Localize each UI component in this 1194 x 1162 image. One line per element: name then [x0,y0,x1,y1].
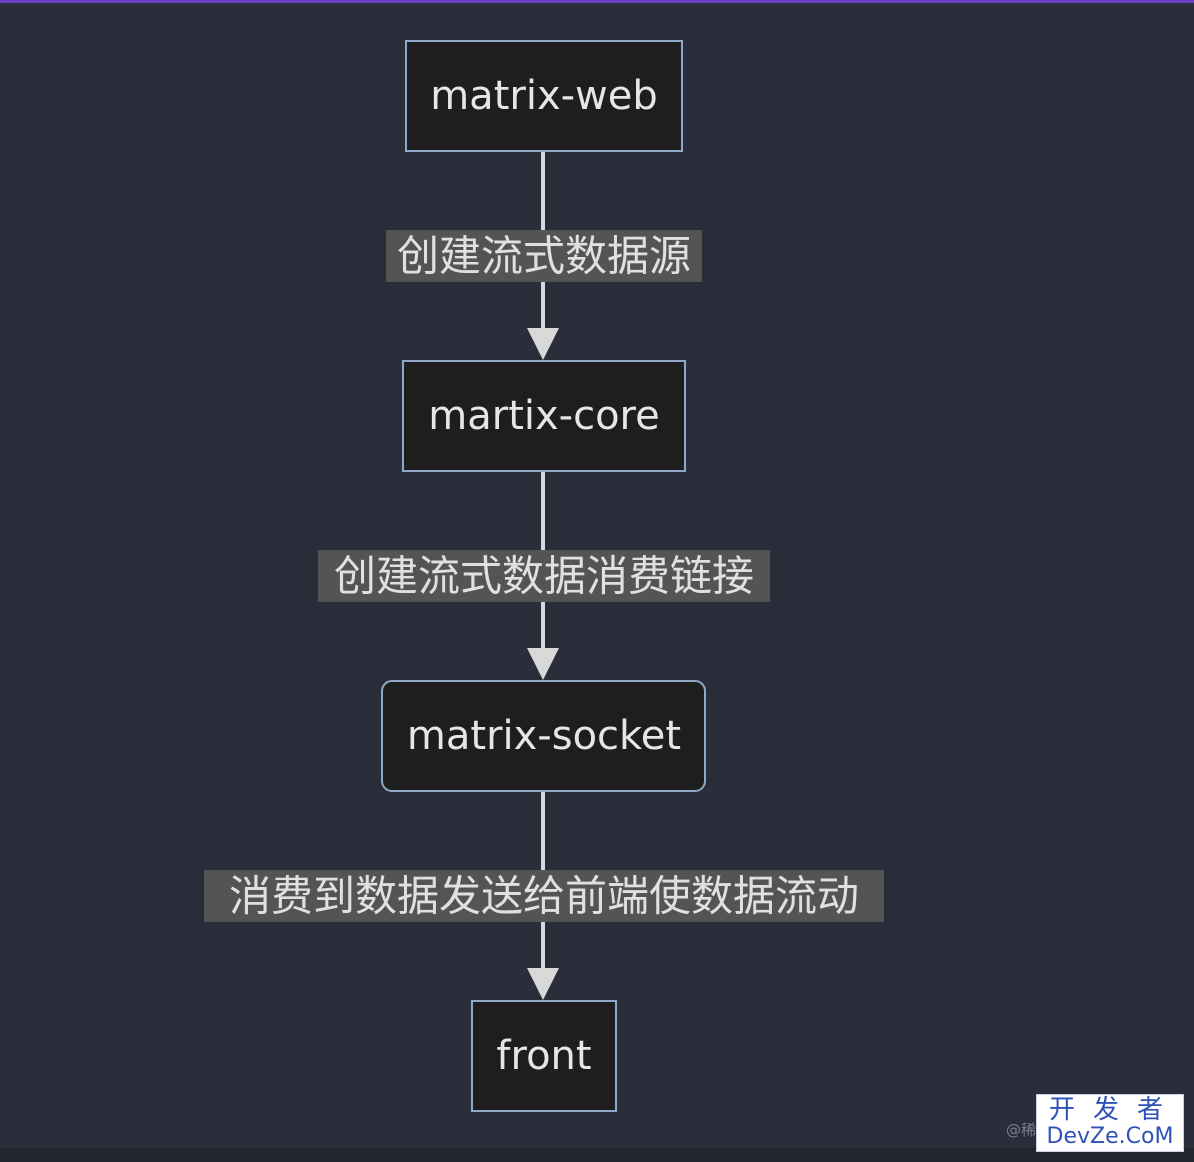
flowchart-diagram: 创建流式数据源 创建流式数据消费链接 消费到数据发送给前端使数据流动 matri… [204,40,884,1112]
watermark-line-2: DevZe.CoM [1046,1124,1174,1149]
edge-label-2: 创建流式数据消费链接 [318,550,770,602]
edge-label-text: 消费到数据发送给前端使数据流动 [229,872,859,921]
edge-label-text: 创建流式数据消费链接 [334,552,754,601]
node-matrix-web[interactable]: matrix-web [405,40,683,152]
node-martix-core[interactable]: martix-core [402,360,686,472]
node-label: matrix-socket [407,713,681,759]
devze-watermark-logo: 开发者 DevZe.CoM [1036,1094,1184,1152]
edge-label-3: 消费到数据发送给前端使数据流动 [204,870,884,922]
arrowhead-1 [527,328,559,360]
node-front[interactable]: front [471,1000,617,1112]
node-label: martix-core [428,393,659,439]
watermark-line-1: 开发者 [1048,1095,1181,1125]
arrowhead-3 [527,968,559,1000]
node-matrix-socket[interactable]: matrix-socket [381,680,706,792]
node-label: matrix-web [430,73,658,119]
watermark-prefix: @稀 [1005,1121,1036,1139]
arrowhead-2 [527,648,559,680]
edge-label-text: 创建流式数据源 [397,232,691,281]
edge-label-1: 创建流式数据源 [386,230,702,282]
bottom-bar [0,1148,1194,1162]
node-label: front [496,1033,591,1079]
